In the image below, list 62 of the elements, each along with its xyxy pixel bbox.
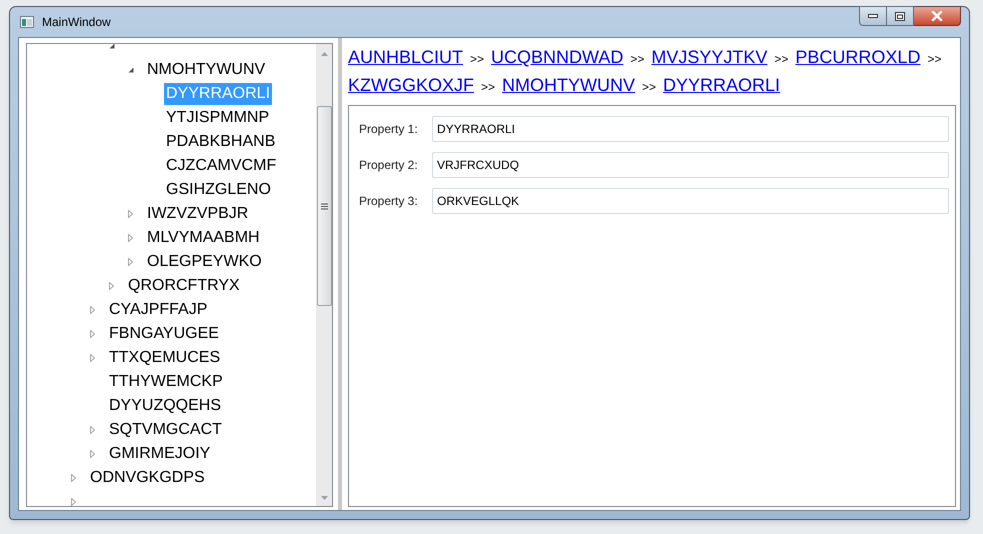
expand-arrow-icon[interactable] <box>89 330 96 338</box>
tree-item[interactable]: QRORCFTRYX <box>126 275 242 297</box>
breadcrumb-link[interactable]: MVJSYYJTKV <box>651 44 768 70</box>
expand-arrow-icon[interactable] <box>89 354 96 362</box>
property-field[interactable]: ORKVEGLLQK <box>432 188 949 214</box>
breadcrumb-separator: >> <box>642 79 656 96</box>
tree-item[interactable]: ODNVGKGDPS <box>88 467 207 489</box>
expand-arrow-icon[interactable] <box>108 282 115 290</box>
property-field[interactable]: VRJFRCXUDQ <box>432 152 949 178</box>
expand-arrow-icon[interactable] <box>89 306 96 314</box>
breadcrumb-link[interactable]: NMOHTYWUNV <box>502 72 636 98</box>
maximize-icon <box>895 12 905 20</box>
property-label: Property 3: <box>359 193 419 210</box>
collapse-arrow-icon[interactable] <box>127 66 134 74</box>
expand-arrow-icon[interactable] <box>127 258 134 266</box>
grip-icon <box>320 202 328 210</box>
tree-item[interactable]: OLEGPEYWKO <box>145 251 264 273</box>
tree-item[interactable]: CYAJPFFAJP <box>107 299 210 321</box>
tree-item[interactable]: NMOHTYWUNV <box>145 59 268 81</box>
scroll-down-icon[interactable] <box>320 496 328 500</box>
tree-item[interactable]: CJZCAMVCMF <box>164 155 278 177</box>
breadcrumb-link[interactable]: DYYRRAORLI <box>663 72 780 98</box>
breadcrumb-link[interactable]: PBCURROXLD <box>795 44 920 70</box>
breadcrumb-separator: >> <box>470 51 484 68</box>
close-icon <box>931 11 943 21</box>
tree-item[interactable]: PDABKBHANB <box>164 131 278 153</box>
property-field[interactable]: DYYRRAORLI <box>432 116 949 142</box>
window-title: MainWindow <box>42 14 111 31</box>
breadcrumb-link[interactable]: AUNHBLCIUT <box>348 44 464 70</box>
breadcrumb-separator: >> <box>774 51 788 68</box>
property-label: Property 1: <box>359 121 419 138</box>
breadcrumb-separator: >> <box>481 79 496 96</box>
property-label: Property 2: <box>359 157 419 174</box>
expand-arrow-icon[interactable] <box>70 474 77 482</box>
app-icon <box>20 16 34 28</box>
close-button[interactable] <box>914 6 961 26</box>
expand-arrow-icon[interactable] <box>127 210 134 218</box>
expand-arrow-icon[interactable] <box>127 234 134 242</box>
tree-item[interactable]: DYYUZQQEHS <box>107 395 224 417</box>
tree-item[interactable]: TTHYWEMCKP <box>107 371 225 393</box>
tree-item[interactable]: SQTVMGCACT <box>107 419 224 441</box>
tree-item[interactable]: GSIHZGLENO <box>164 179 273 201</box>
minimize-button[interactable] <box>859 6 887 26</box>
tree-item[interactable]: TTXQEMUCES <box>107 347 222 369</box>
minimize-icon <box>868 14 878 18</box>
maximize-button[interactable] <box>887 6 914 26</box>
vertical-scrollbar[interactable] <box>316 44 332 506</box>
tree-item[interactable]: MLVYMAABMH <box>145 227 262 249</box>
scroll-thumb[interactable] <box>316 106 332 306</box>
tree-item[interactable]: GMIRMEJOIY <box>107 443 212 465</box>
tree-item[interactable]: FBNGAYUGEE <box>107 323 221 345</box>
breadcrumb-link[interactable]: KZWGGKOXJF <box>348 72 474 98</box>
tree-item[interactable]: IWZVZVPBJR <box>145 203 250 225</box>
expand-arrow-icon[interactable] <box>89 426 96 434</box>
expand-arrow-icon[interactable] <box>70 498 77 506</box>
tree-item[interactable]: YTJISPMMNP <box>164 107 272 129</box>
breadcrumb-separator: >> <box>927 51 942 68</box>
breadcrumb-separator: >> <box>630 51 644 68</box>
collapse-arrow-icon[interactable] <box>108 44 115 50</box>
breadcrumb-link[interactable]: UCQBNNDWAD <box>491 44 624 70</box>
expand-arrow-icon[interactable] <box>89 450 96 458</box>
scroll-up-icon[interactable] <box>320 52 328 56</box>
